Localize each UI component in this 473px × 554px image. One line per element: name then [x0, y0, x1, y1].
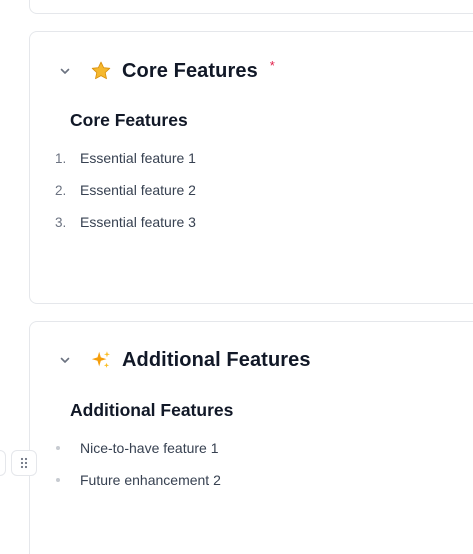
- bullet-icon: [52, 478, 80, 482]
- content-heading: Core Features: [70, 110, 188, 130]
- list-item-text: Future enhancement 2: [80, 472, 221, 488]
- add-block-button[interactable]: [0, 450, 6, 476]
- star-icon: [90, 60, 112, 82]
- collapse-chevron-icon[interactable]: [58, 353, 72, 367]
- list-item-text: Essential feature 2: [80, 182, 196, 198]
- collapse-chevron-icon[interactable]: [58, 64, 72, 78]
- bullet-icon: [52, 446, 80, 450]
- list-item-text: Nice-to-have feature 1: [80, 440, 219, 456]
- section-card-additional-features: Additional Features Additional Features …: [29, 321, 473, 554]
- sparkles-icon: [90, 349, 112, 371]
- ordered-list: 1. Essential feature 1 2. Essential feat…: [52, 142, 196, 238]
- list-item[interactable]: Future enhancement 2: [52, 464, 221, 496]
- section-title: Core Features: [122, 59, 258, 82]
- editor-canvas: Core Features * Core Features 1. Essenti…: [0, 0, 473, 554]
- section-card-core-features: Core Features * Core Features 1. Essenti…: [29, 31, 473, 304]
- list-number: 3.: [55, 214, 67, 230]
- section-title: Additional Features: [122, 348, 311, 371]
- section-header: Additional Features: [58, 346, 311, 374]
- list-item[interactable]: 3. Essential feature 3: [52, 206, 196, 238]
- list-item-text: Essential feature 3: [80, 214, 196, 230]
- previous-section-card: [29, 0, 473, 14]
- content-heading: Additional Features: [70, 400, 234, 420]
- bulleted-list: Nice-to-have feature 1 Future enhancemen…: [52, 432, 221, 496]
- required-marker: *: [269, 57, 275, 73]
- list-item[interactable]: Nice-to-have feature 1: [52, 432, 221, 464]
- list-item[interactable]: 2. Essential feature 2: [52, 174, 196, 206]
- list-number: 2.: [55, 182, 67, 198]
- list-item[interactable]: 1. Essential feature 1: [52, 142, 196, 174]
- section-header: Core Features *: [58, 57, 275, 85]
- drag-handle-icon[interactable]: [11, 450, 37, 476]
- list-item-text: Essential feature 1: [80, 150, 196, 166]
- list-number: 1.: [55, 150, 67, 166]
